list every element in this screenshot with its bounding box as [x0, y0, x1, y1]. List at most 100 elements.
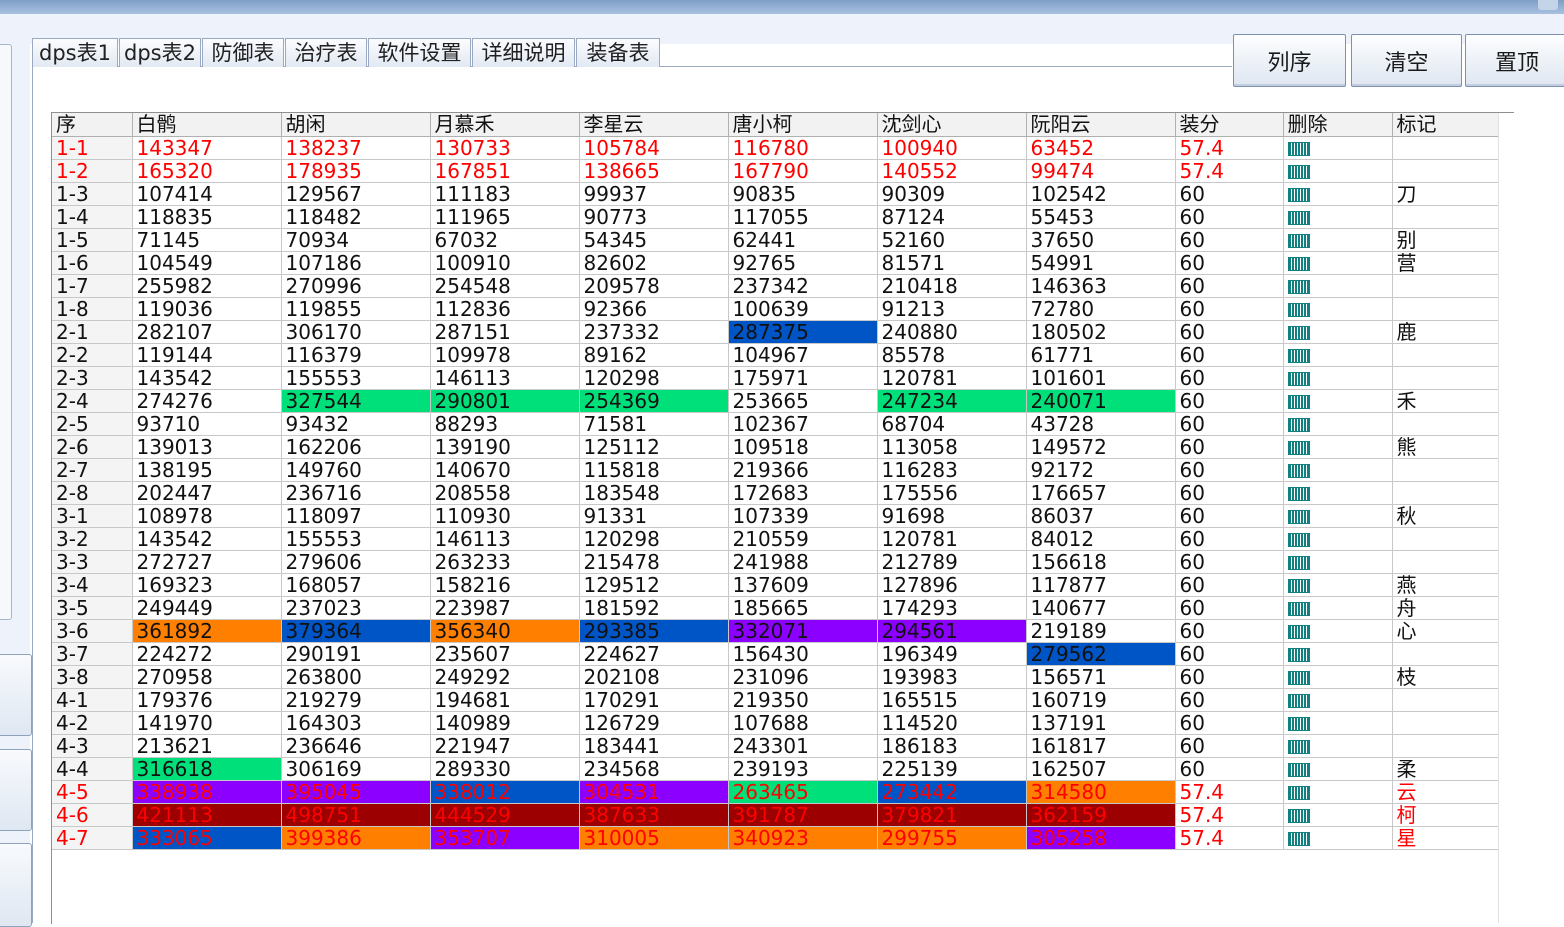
value-cell[interactable]: 306170 [281, 320, 431, 344]
value-cell[interactable]: 224627 [579, 642, 729, 666]
left-side-button-3[interactable] [0, 843, 32, 927]
value-cell[interactable]: 194681 [430, 688, 580, 712]
value-cell[interactable]: 90309 [877, 182, 1027, 206]
value-cell[interactable]: 185665 [728, 596, 878, 620]
table-row[interactable]: 4-2 141970 164303 140989 126729 107688 114520 1… [52, 711, 1501, 735]
value-cell[interactable]: 116283 [877, 458, 1027, 482]
delete-barcode-icon[interactable] [1287, 257, 1310, 271]
score-cell[interactable]: 60 [1175, 527, 1284, 551]
value-cell[interactable]: 305258 [1026, 826, 1176, 850]
value-cell[interactable]: 54345 [579, 228, 729, 252]
value-cell[interactable]: 176657 [1026, 481, 1176, 505]
value-cell[interactable]: 137609 [728, 573, 878, 597]
row-index-cell[interactable]: 2-4 [52, 389, 133, 413]
score-cell[interactable]: 60 [1175, 619, 1284, 643]
score-cell[interactable]: 60 [1175, 642, 1284, 666]
value-cell[interactable]: 109978 [430, 343, 580, 367]
value-cell[interactable]: 107339 [728, 504, 878, 528]
mark-cell[interactable]: 秋 [1392, 504, 1501, 528]
value-cell[interactable]: 167790 [728, 159, 878, 183]
value-cell[interactable]: 93710 [132, 412, 282, 436]
value-cell[interactable]: 304531 [579, 780, 729, 804]
value-cell[interactable]: 67032 [430, 228, 580, 252]
value-cell[interactable]: 86037 [1026, 504, 1176, 528]
score-cell[interactable]: 60 [1175, 366, 1284, 390]
value-cell[interactable]: 143542 [132, 366, 282, 390]
value-cell[interactable]: 70934 [281, 228, 431, 252]
value-cell[interactable]: 90835 [728, 182, 878, 206]
value-cell[interactable]: 107186 [281, 251, 431, 275]
table-row[interactable]: 3-2 143542 155553 146113 120298 210559 120781 8… [52, 527, 1501, 551]
value-cell[interactable]: 167851 [430, 159, 580, 183]
value-cell[interactable]: 143347 [132, 136, 282, 160]
value-cell[interactable]: 92765 [728, 251, 878, 275]
value-cell[interactable]: 208558 [430, 481, 580, 505]
table-row[interactable]: 2-1 282107 306170 287151 237332 287375 240880 1… [52, 320, 1501, 344]
mark-cell[interactable] [1392, 412, 1501, 436]
value-cell[interactable]: 183548 [579, 481, 729, 505]
value-cell[interactable]: 219189 [1026, 619, 1176, 643]
mark-cell[interactable] [1392, 366, 1501, 390]
value-cell[interactable]: 274276 [132, 389, 282, 413]
score-cell[interactable]: 60 [1175, 412, 1284, 436]
score-cell[interactable]: 60 [1175, 550, 1284, 574]
value-cell[interactable]: 52160 [877, 228, 1027, 252]
value-cell[interactable]: 270996 [281, 274, 431, 298]
value-cell[interactable]: 140670 [430, 458, 580, 482]
value-cell[interactable]: 164303 [281, 711, 431, 735]
value-cell[interactable]: 109518 [728, 435, 878, 459]
table-row[interactable]: 3-5 249449 237023 223987 181592 185665 174293 1… [52, 596, 1501, 620]
mark-cell[interactable] [1392, 205, 1501, 229]
row-index-cell[interactable]: 1-6 [52, 251, 133, 275]
value-cell[interactable]: 240880 [877, 320, 1027, 344]
value-cell[interactable]: 63452 [1026, 136, 1176, 160]
value-cell[interactable]: 387633 [579, 803, 729, 827]
mark-cell[interactable] [1392, 481, 1501, 505]
value-cell[interactable]: 146113 [430, 366, 580, 390]
delete-barcode-icon[interactable] [1287, 464, 1310, 478]
value-cell[interactable]: 236646 [281, 734, 431, 758]
value-cell[interactable]: 332071 [728, 619, 878, 643]
value-cell[interactable]: 223987 [430, 596, 580, 620]
value-cell[interactable]: 231096 [728, 665, 878, 689]
value-cell[interactable]: 92172 [1026, 458, 1176, 482]
value-cell[interactable]: 212789 [877, 550, 1027, 574]
value-cell[interactable]: 120781 [877, 366, 1027, 390]
value-cell[interactable]: 421113 [132, 803, 282, 827]
value-cell[interactable]: 237342 [728, 274, 878, 298]
score-cell[interactable]: 60 [1175, 757, 1284, 781]
row-index-cell[interactable]: 2-8 [52, 481, 133, 505]
table-row[interactable]: 3-8 270958 263800 249292 202108 231096 193983 1… [52, 665, 1501, 689]
delete-barcode-icon[interactable] [1287, 832, 1310, 846]
value-cell[interactable]: 235607 [430, 642, 580, 666]
value-cell[interactable]: 140989 [430, 711, 580, 735]
mark-cell[interactable]: 鹿 [1392, 320, 1501, 344]
score-cell[interactable]: 60 [1175, 251, 1284, 275]
value-cell[interactable]: 111183 [430, 182, 580, 206]
value-cell[interactable]: 117055 [728, 205, 878, 229]
mark-cell[interactable] [1392, 136, 1501, 160]
value-cell[interactable]: 104549 [132, 251, 282, 275]
score-cell[interactable]: 60 [1175, 320, 1284, 344]
value-cell[interactable]: 87124 [877, 205, 1027, 229]
table-row[interactable]: 4-3 213621 236646 221947 183441 243301 186183 1… [52, 734, 1501, 758]
delete-barcode-icon[interactable] [1287, 510, 1310, 524]
value-cell[interactable]: 99474 [1026, 159, 1176, 183]
value-cell[interactable]: 361892 [132, 619, 282, 643]
row-index-cell[interactable]: 3-8 [52, 665, 133, 689]
mark-cell[interactable]: 星 [1392, 826, 1501, 850]
value-cell[interactable]: 113058 [877, 435, 1027, 459]
delete-barcode-icon[interactable] [1287, 671, 1310, 685]
tab-equipment[interactable]: 装备表 [576, 38, 660, 67]
row-index-cell[interactable]: 3-3 [52, 550, 133, 574]
mark-cell[interactable]: 燕 [1392, 573, 1501, 597]
row-index-cell[interactable]: 1-5 [52, 228, 133, 252]
table-row[interactable]: 4-6 421113 498751 444529 387633 391787 379821 3… [52, 803, 1501, 827]
delete-barcode-icon[interactable] [1287, 188, 1310, 202]
delete-cell[interactable] [1283, 596, 1393, 620]
value-cell[interactable]: 68704 [877, 412, 1027, 436]
mark-cell[interactable]: 禾 [1392, 389, 1501, 413]
mark-cell[interactable] [1392, 274, 1501, 298]
value-cell[interactable]: 273442 [877, 780, 1027, 804]
value-cell[interactable]: 165320 [132, 159, 282, 183]
